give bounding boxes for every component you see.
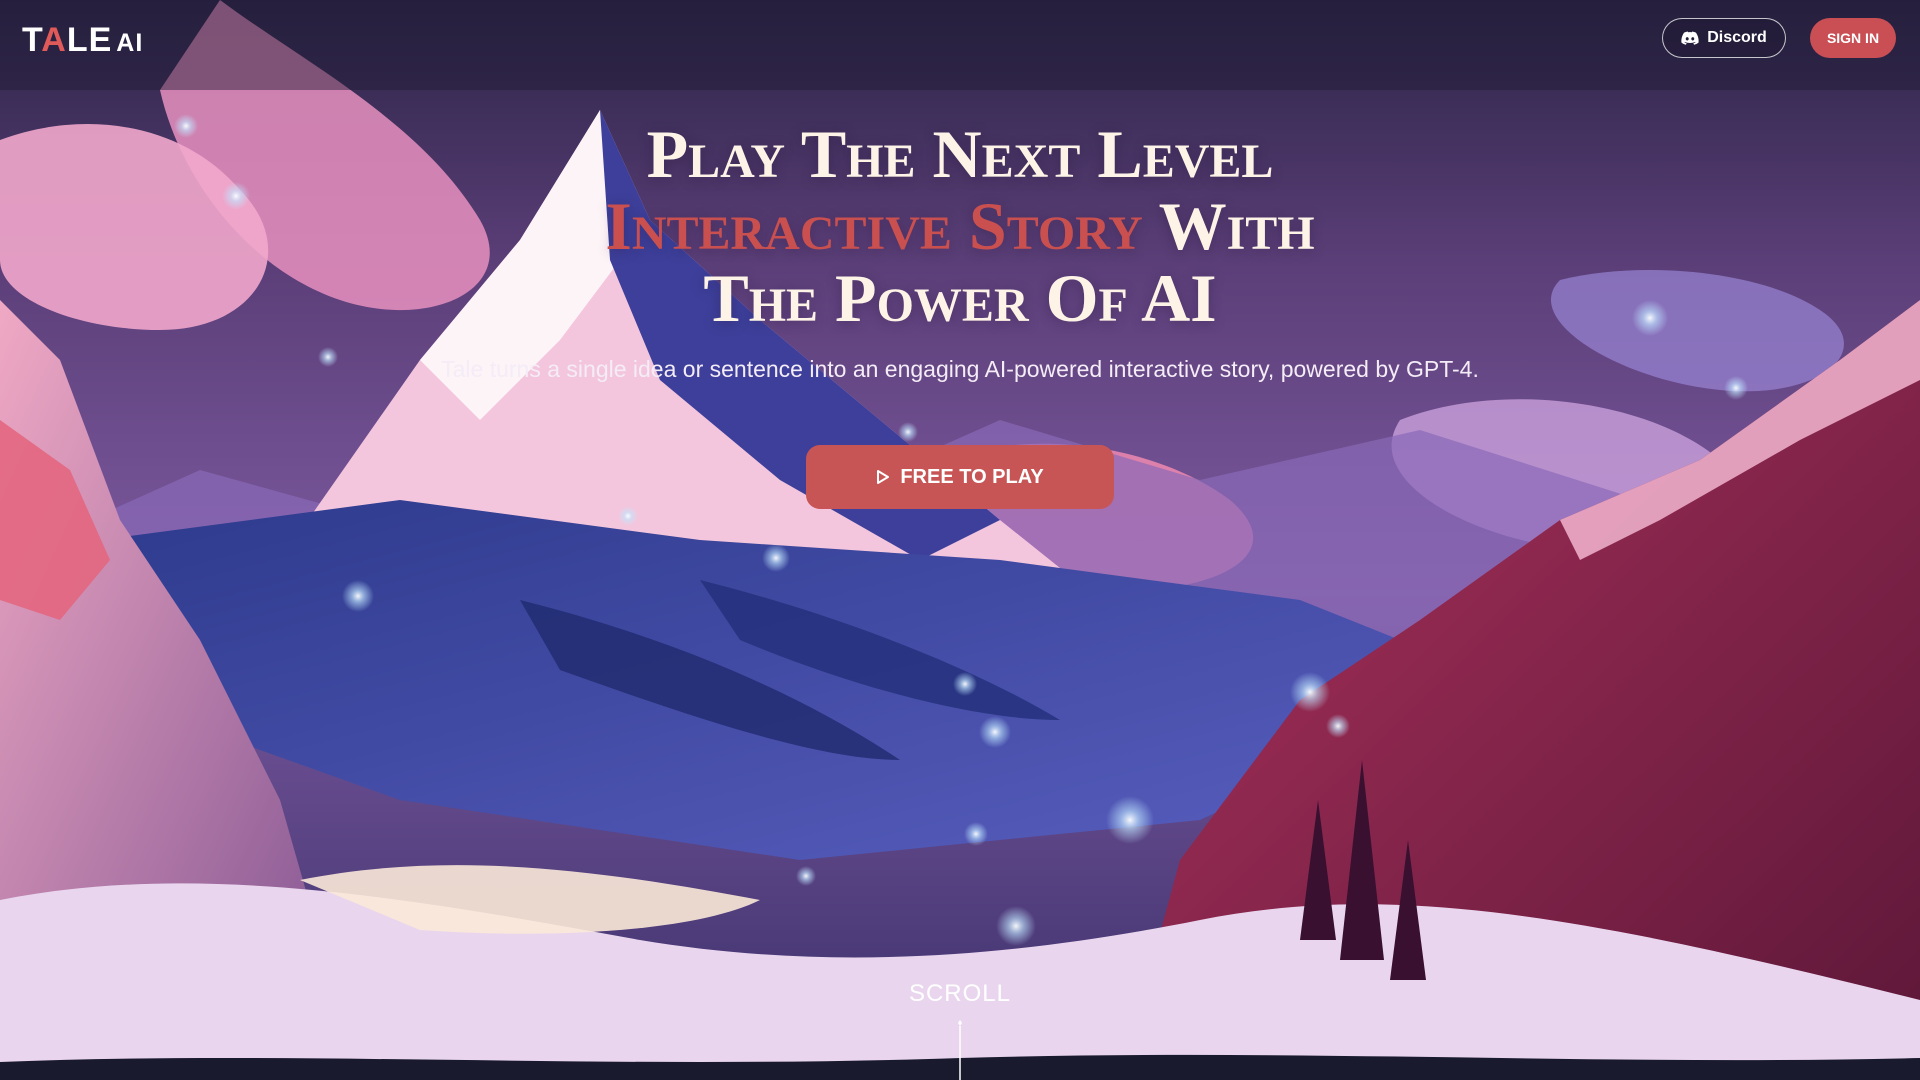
free-to-play-label: FREE TO PLAY	[900, 465, 1044, 488]
scroll-indicator-icon	[958, 1020, 962, 1080]
scroll-label: SCROLL	[908, 980, 1012, 1007]
hero-title-accent: Interactive Story	[605, 188, 1143, 264]
free-to-play-button[interactable]: FREE TO PLAY	[806, 445, 1114, 509]
top-header: TALE AI Discord SIGN IN	[0, 0, 1920, 80]
logo-suffix: AI	[116, 29, 144, 57]
discord-button[interactable]: Discord	[1662, 18, 1786, 58]
scroll-indicator[interactable]: SCROLL	[0, 980, 1920, 1008]
play-icon	[877, 470, 890, 484]
hero-title-line-1: Play The Next Level	[646, 116, 1274, 192]
sign-in-button[interactable]: SIGN IN	[1810, 18, 1896, 58]
hero-title-line-2: Interactive Story With	[0, 190, 1920, 262]
hero-title: Play The Next Level Interactive Story Wi…	[0, 118, 1920, 334]
discord-icon	[1681, 31, 1699, 45]
hero-title-line-3: The Power Of AI	[703, 260, 1217, 336]
tale-ai-logo[interactable]: TALE AI	[22, 22, 143, 58]
hero-subtitle: Tale turns a single idea or sentence int…	[441, 356, 1479, 382]
logo-wordmark: TALE	[22, 21, 113, 59]
hero-title-line-2-rest: With	[1142, 188, 1315, 264]
landing-page: TALE AI Discord SIGN IN Play The Next Le…	[0, 0, 1920, 1080]
discord-button-label: Discord	[1707, 29, 1767, 46]
